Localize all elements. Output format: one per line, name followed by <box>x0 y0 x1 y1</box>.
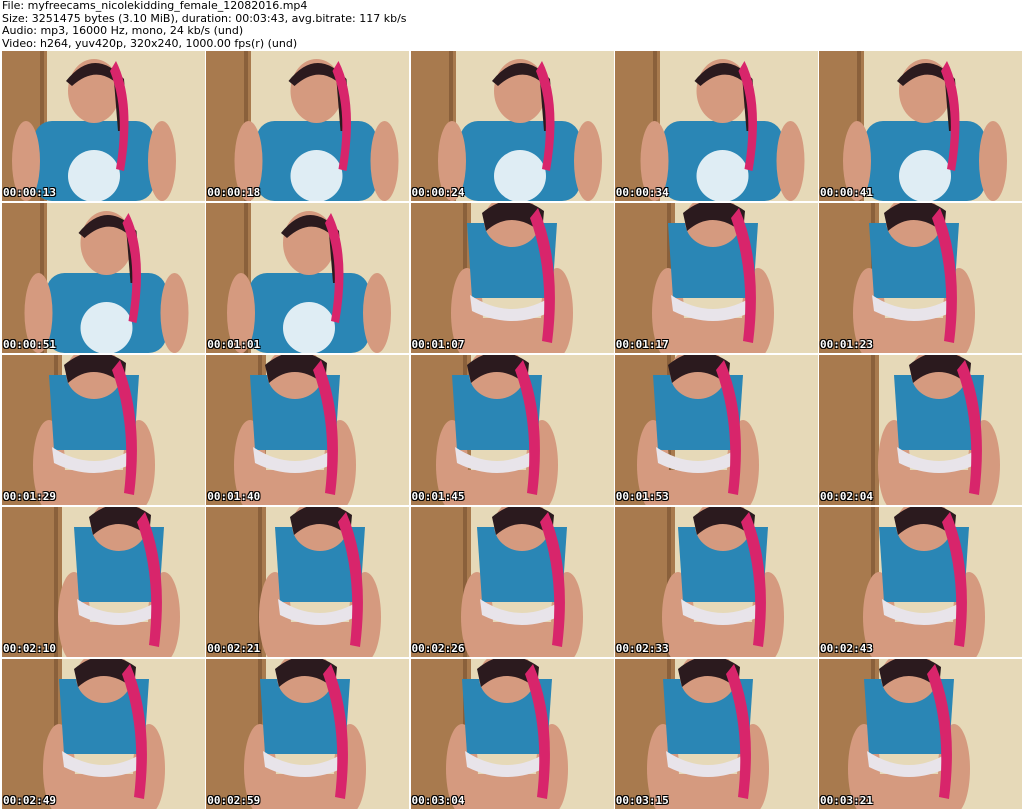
frame-image <box>410 507 614 657</box>
timestamp-label: 00:03:15 <box>615 794 669 807</box>
thumbnail: 00:01:29 <box>2 355 205 505</box>
thumbnail: 00:00:13 <box>2 51 205 201</box>
frame-image <box>819 355 1022 505</box>
timestamp-label: 00:01:17 <box>615 338 669 351</box>
timestamp-label: 00:01:45 <box>411 490 465 503</box>
frame-image <box>206 203 410 353</box>
info-header: File: myfreecams_nicolekidding_female_12… <box>2 0 1022 50</box>
timestamp-label: 00:02:10 <box>3 642 56 655</box>
video-info-line: Video: h264, yuv420p, 320x240, 1000.00 f… <box>2 37 298 50</box>
frame-image <box>614 203 818 353</box>
timestamp-label: 00:02:33 <box>615 642 669 655</box>
thumbnail: 00:03:15 <box>614 659 818 809</box>
thumbnail: 00:01:45 <box>410 355 614 505</box>
frame-image <box>2 507 205 657</box>
frame-image <box>410 355 614 505</box>
timestamp-label: 00:01:53 <box>615 490 669 503</box>
thumbnail: 00:01:07 <box>410 203 614 353</box>
frame-image <box>819 203 1022 353</box>
frame-image <box>206 51 410 201</box>
frame-image <box>2 355 205 505</box>
timestamp-label: 00:02:21 <box>207 642 261 655</box>
timestamp-label: 00:02:59 <box>207 794 261 807</box>
thumbnail: 00:01:23 <box>819 203 1022 353</box>
file-name-line: File: myfreecams_nicolekidding_female_12… <box>2 0 308 12</box>
timestamp-label: 00:01:29 <box>3 490 56 503</box>
thumbnail: 00:01:40 <box>206 355 410 505</box>
timestamp-label: 00:00:51 <box>3 338 56 351</box>
timestamp-label: 00:00:41 <box>820 186 873 199</box>
thumbnail: 00:02:26 <box>410 507 614 657</box>
frame-image <box>819 659 1022 809</box>
thumbnail: 00:03:04 <box>410 659 614 809</box>
frame-image <box>206 659 410 809</box>
thumbnail: 00:02:33 <box>614 507 818 657</box>
frame-image <box>410 203 614 353</box>
frame-image <box>614 355 818 505</box>
timestamp-label: 00:00:24 <box>411 186 465 199</box>
thumbnail: 00:03:21 <box>819 659 1022 809</box>
frame-image <box>614 51 818 201</box>
thumbnail: 00:02:21 <box>206 507 410 657</box>
frame-image <box>410 659 614 809</box>
frame-image <box>614 507 818 657</box>
audio-info-line: Audio: mp3, 16000 Hz, mono, 24 kb/s (und… <box>2 25 244 37</box>
frame-image <box>819 51 1022 201</box>
thumbnail: 00:02:43 <box>819 507 1022 657</box>
thumbnail: 00:02:10 <box>2 507 205 657</box>
timestamp-label: 00:03:04 <box>411 794 465 807</box>
timestamp-label: 00:00:18 <box>207 186 261 199</box>
timestamp-label: 00:00:34 <box>615 186 669 199</box>
thumbnail: 00:01:53 <box>614 355 818 505</box>
frame-image <box>2 51 205 201</box>
frame-image <box>2 203 205 353</box>
thumbnail: 00:02:49 <box>2 659 205 809</box>
frame-image <box>819 507 1022 657</box>
thumbnail: 00:02:59 <box>206 659 410 809</box>
timestamp-label: 00:02:04 <box>820 490 873 503</box>
frame-image <box>206 355 410 505</box>
timestamp-label: 00:02:49 <box>3 794 56 807</box>
thumbnail-grid: 00:00:13 00:00:18 00:00:24 00:00:34 00:00:41… <box>2 51 1022 809</box>
thumbnail: 00:00:51 <box>2 203 205 353</box>
frame-image <box>206 507 410 657</box>
thumbnail: 00:00:18 <box>206 51 410 201</box>
timestamp-label: 00:02:43 <box>820 642 873 655</box>
timestamp-label: 00:01:23 <box>820 338 873 351</box>
frame-image <box>410 51 614 201</box>
thumbnail: 00:00:34 <box>614 51 818 201</box>
timestamp-label: 00:03:21 <box>820 794 873 807</box>
timestamp-label: 00:02:26 <box>411 642 465 655</box>
thumbnail: 00:01:17 <box>614 203 818 353</box>
timestamp-label: 00:01:01 <box>207 338 261 351</box>
thumbnail: 00:00:24 <box>410 51 614 201</box>
file-size-line: Size: 3251475 bytes (3.10 MiB), duration… <box>2 12 407 25</box>
timestamp-label: 00:01:07 <box>411 338 465 351</box>
thumbnail: 00:02:04 <box>819 355 1022 505</box>
thumbnail: 00:00:41 <box>819 51 1022 201</box>
frame-image <box>2 659 205 809</box>
thumbnail: 00:01:01 <box>206 203 410 353</box>
timestamp-label: 00:00:13 <box>3 186 56 199</box>
timestamp-label: 00:01:40 <box>207 490 261 503</box>
frame-image <box>614 659 818 809</box>
